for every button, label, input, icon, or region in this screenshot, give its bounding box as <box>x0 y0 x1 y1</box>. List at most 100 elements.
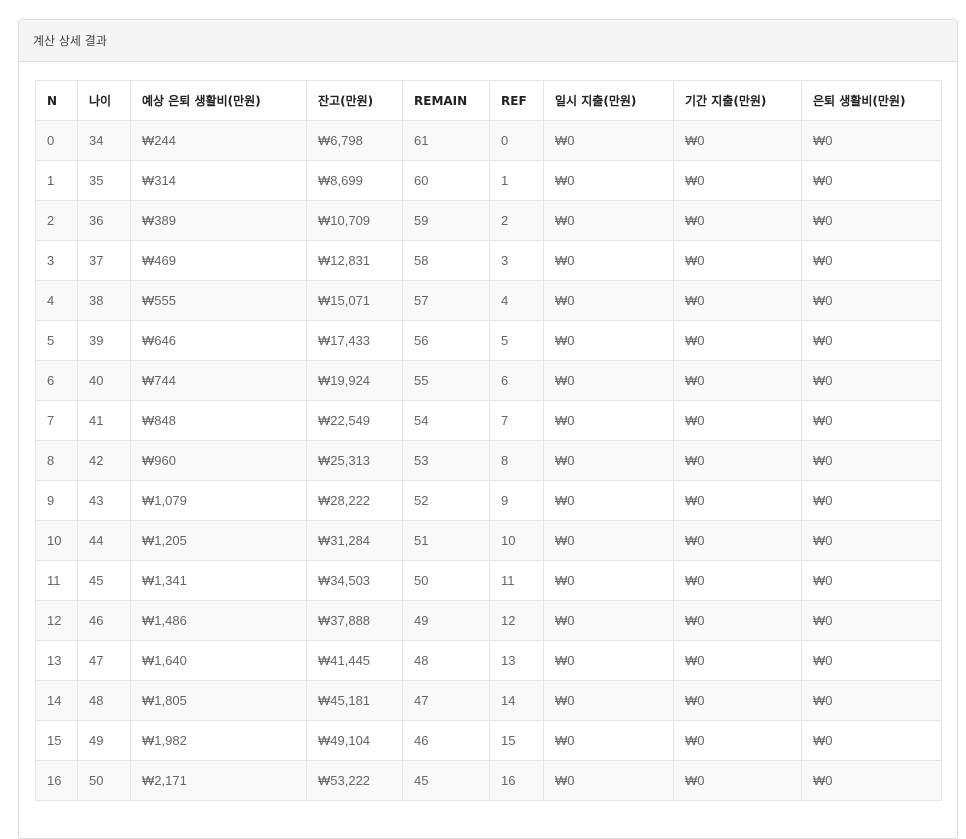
cell-col-lump-sum-expense: ₩0 <box>543 240 674 281</box>
cell-col-remain: 58 <box>402 240 490 281</box>
cell-col-remain: 61 <box>402 120 490 161</box>
cell-col-remain: 45 <box>402 760 490 801</box>
cell-col-period-expense: ₩0 <box>673 680 802 721</box>
cell-col-retirement-living-cost: ₩0 <box>801 520 942 561</box>
cell-col-lump-sum-expense: ₩0 <box>543 120 674 161</box>
cell-col-expected-living-cost: ₩1,640 <box>130 640 307 681</box>
cell-col-balance: ₩17,433 <box>306 320 403 361</box>
cell-col-n: 9 <box>35 480 78 521</box>
cell-col-remain: 51 <box>402 520 490 561</box>
header-col-age: 나이 <box>77 80 131 121</box>
cell-col-n: 16 <box>35 760 78 801</box>
cell-col-period-expense: ₩0 <box>673 600 802 641</box>
cell-col-n: 1 <box>35 160 78 201</box>
cell-col-expected-living-cost: ₩2,171 <box>130 760 307 801</box>
cell-col-period-expense: ₩0 <box>673 760 802 801</box>
table-row: 6 40 ₩744 ₩19,924 55 6 ₩0 ₩0 ₩0 <box>35 360 942 401</box>
cell-col-ref: 7 <box>489 400 544 441</box>
table-header-row: N 나이 예상 은퇴 생활비(만원) 잔고(만원) REMAIN REF 일시 지출(만원)… <box>35 80 942 121</box>
cell-col-balance: ₩6,798 <box>306 120 403 161</box>
cell-col-retirement-living-cost: ₩0 <box>801 480 942 521</box>
cell-col-age: 41 <box>77 400 131 441</box>
cell-col-expected-living-cost: ₩1,805 <box>130 680 307 721</box>
cell-col-period-expense: ₩0 <box>673 120 802 161</box>
cell-col-period-expense: ₩0 <box>673 240 802 281</box>
cell-col-remain: 50 <box>402 560 490 601</box>
cell-col-lump-sum-expense: ₩0 <box>543 520 674 561</box>
cell-col-ref: 11 <box>489 560 544 601</box>
cell-col-remain: 57 <box>402 280 490 321</box>
cell-col-ref: 13 <box>489 640 544 681</box>
cell-col-age: 48 <box>77 680 131 721</box>
header-col-period-expense: 기간 지출(만원) <box>673 80 802 121</box>
cell-col-lump-sum-expense: ₩0 <box>543 760 674 801</box>
cell-col-age: 35 <box>77 160 131 201</box>
table-row: 15 49 ₩1,982 ₩49,104 46 15 ₩0 ₩0 ₩0 <box>35 720 942 761</box>
cell-col-expected-living-cost: ₩1,079 <box>130 480 307 521</box>
cell-col-ref: 9 <box>489 480 544 521</box>
cell-col-age: 40 <box>77 360 131 401</box>
cell-col-n: 15 <box>35 720 78 761</box>
cell-col-lump-sum-expense: ₩0 <box>543 480 674 521</box>
cell-col-lump-sum-expense: ₩0 <box>543 360 674 401</box>
cell-col-n: 2 <box>35 200 78 241</box>
cell-col-expected-living-cost: ₩1,982 <box>130 720 307 761</box>
cell-col-retirement-living-cost: ₩0 <box>801 320 942 361</box>
cell-col-ref: 6 <box>489 360 544 401</box>
cell-col-balance: ₩10,709 <box>306 200 403 241</box>
cell-col-retirement-living-cost: ₩0 <box>801 720 942 761</box>
cell-col-n: 5 <box>35 320 78 361</box>
table-row: 16 50 ₩2,171 ₩53,222 45 16 ₩0 ₩0 ₩0 <box>35 760 942 801</box>
panel-body: N 나이 예상 은퇴 생활비(만원) 잔고(만원) REMAIN REF 일시 지출(만원)… <box>35 80 942 801</box>
cell-col-remain: 48 <box>402 640 490 681</box>
cell-col-expected-living-cost: ₩744 <box>130 360 307 401</box>
cell-col-balance: ₩37,888 <box>306 600 403 641</box>
cell-col-retirement-living-cost: ₩0 <box>801 240 942 281</box>
cell-col-retirement-living-cost: ₩0 <box>801 760 942 801</box>
header-col-n: N <box>35 80 78 121</box>
cell-col-age: 37 <box>77 240 131 281</box>
cell-col-ref: 15 <box>489 720 544 761</box>
panel-title: 계산 상세 결과 <box>19 20 957 62</box>
result-table: N 나이 예상 은퇴 생활비(만원) 잔고(만원) REMAIN REF 일시 지출(만원)… <box>35 80 942 801</box>
cell-col-age: 34 <box>77 120 131 161</box>
table-row: 4 38 ₩555 ₩15,071 57 4 ₩0 ₩0 ₩0 <box>35 280 942 321</box>
cell-col-retirement-living-cost: ₩0 <box>801 560 942 601</box>
cell-col-lump-sum-expense: ₩0 <box>543 280 674 321</box>
cell-col-period-expense: ₩0 <box>673 200 802 241</box>
cell-col-expected-living-cost: ₩960 <box>130 440 307 481</box>
cell-col-n: 12 <box>35 600 78 641</box>
cell-col-n: 14 <box>35 680 78 721</box>
cell-col-lump-sum-expense: ₩0 <box>543 320 674 361</box>
cell-col-expected-living-cost: ₩389 <box>130 200 307 241</box>
cell-col-n: 4 <box>35 280 78 321</box>
cell-col-period-expense: ₩0 <box>673 560 802 601</box>
cell-col-ref: 2 <box>489 200 544 241</box>
cell-col-period-expense: ₩0 <box>673 280 802 321</box>
cell-col-remain: 46 <box>402 720 490 761</box>
cell-col-balance: ₩22,549 <box>306 400 403 441</box>
cell-col-balance: ₩41,445 <box>306 640 403 681</box>
cell-col-lump-sum-expense: ₩0 <box>543 560 674 601</box>
cell-col-age: 45 <box>77 560 131 601</box>
cell-col-remain: 49 <box>402 600 490 641</box>
cell-col-n: 10 <box>35 520 78 561</box>
cell-col-expected-living-cost: ₩555 <box>130 280 307 321</box>
table-row: 5 39 ₩646 ₩17,433 56 5 ₩0 ₩0 ₩0 <box>35 320 942 361</box>
cell-col-retirement-living-cost: ₩0 <box>801 640 942 681</box>
table-body: 0 34 ₩244 ₩6,798 61 0 ₩0 ₩0 ₩0 1 35 ₩314 ₩8,699 60 1 ₩0… <box>35 120 942 801</box>
cell-col-period-expense: ₩0 <box>673 360 802 401</box>
cell-col-retirement-living-cost: ₩0 <box>801 600 942 641</box>
cell-col-ref: 4 <box>489 280 544 321</box>
cell-col-lump-sum-expense: ₩0 <box>543 720 674 761</box>
cell-col-balance: ₩25,313 <box>306 440 403 481</box>
cell-col-retirement-living-cost: ₩0 <box>801 440 942 481</box>
table-row: 0 34 ₩244 ₩6,798 61 0 ₩0 ₩0 ₩0 <box>35 120 942 161</box>
table-row: 1 35 ₩314 ₩8,699 60 1 ₩0 ₩0 ₩0 <box>35 160 942 201</box>
cell-col-lump-sum-expense: ₩0 <box>543 600 674 641</box>
cell-col-remain: 47 <box>402 680 490 721</box>
cell-col-expected-living-cost: ₩1,486 <box>130 600 307 641</box>
cell-col-lump-sum-expense: ₩0 <box>543 160 674 201</box>
cell-col-retirement-living-cost: ₩0 <box>801 280 942 321</box>
table-row: 14 48 ₩1,805 ₩45,181 47 14 ₩0 ₩0 ₩0 <box>35 680 942 721</box>
